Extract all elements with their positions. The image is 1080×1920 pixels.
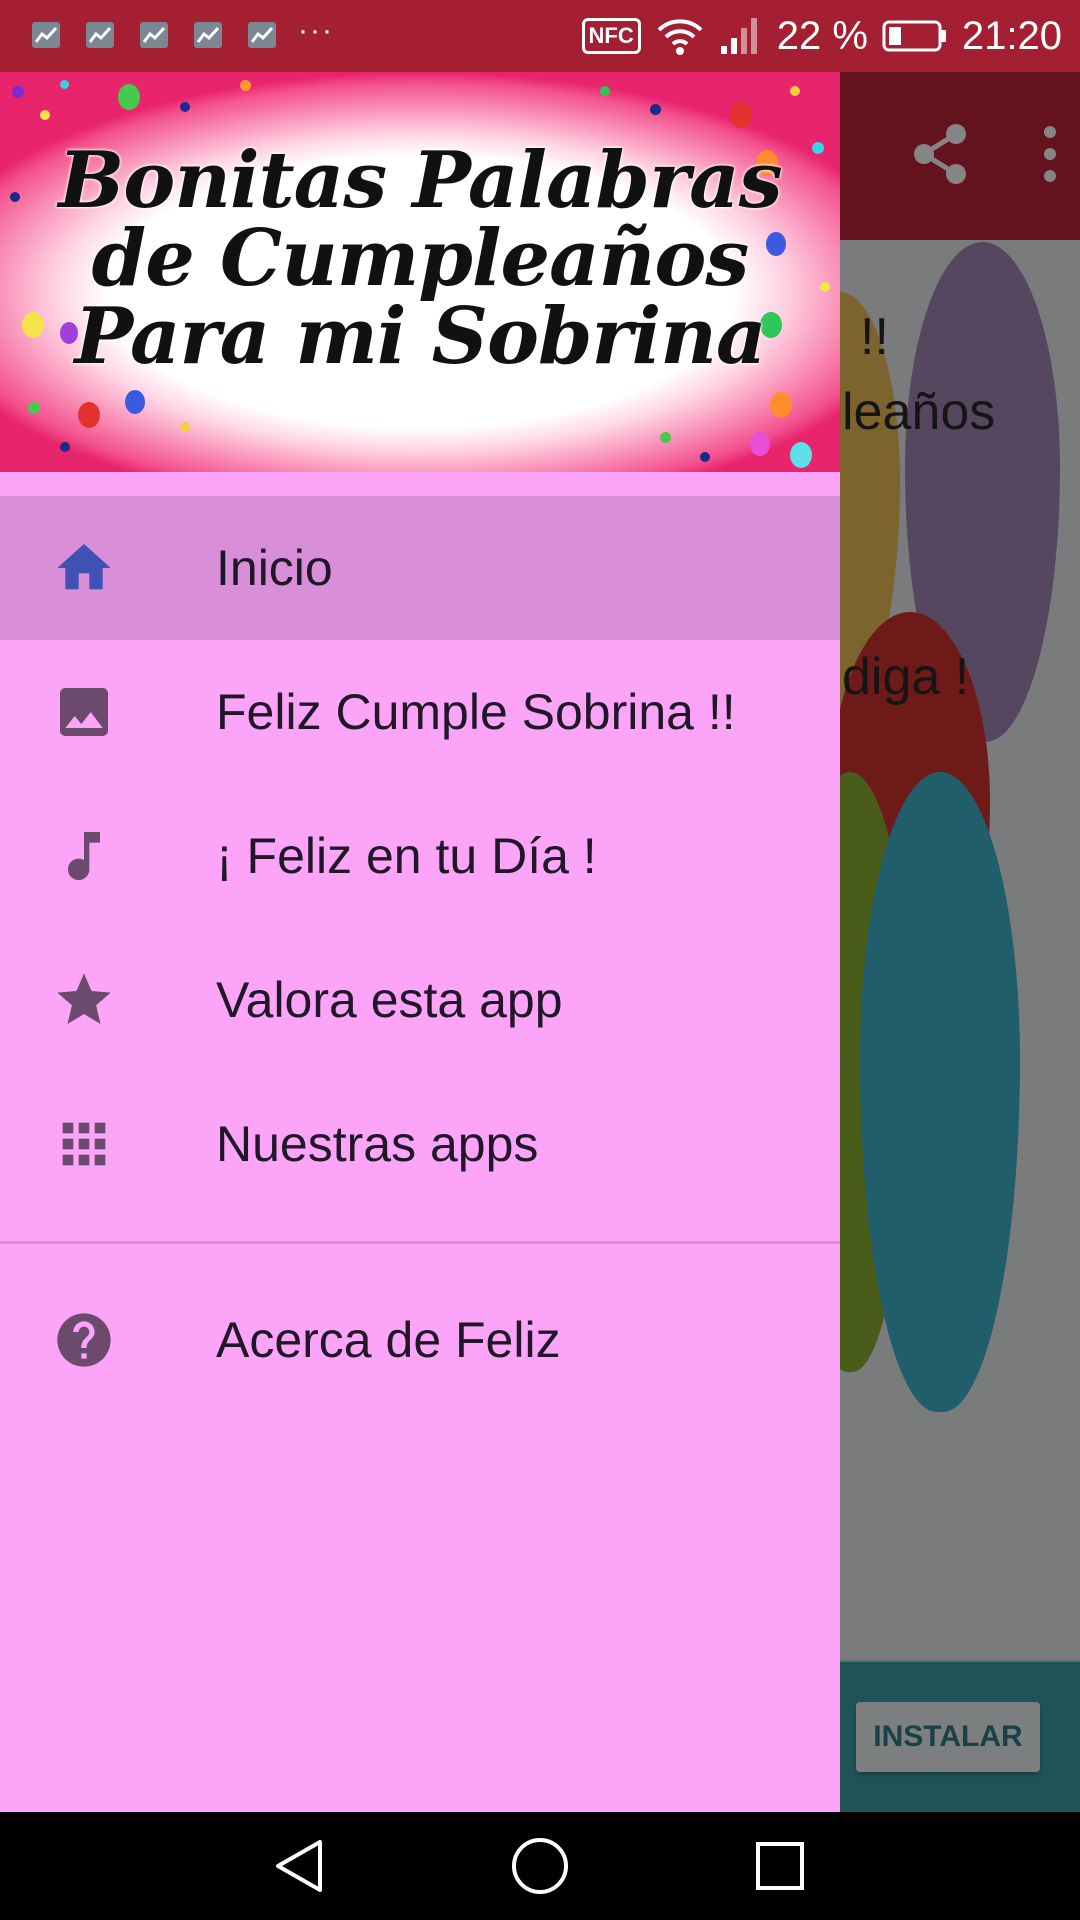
- header-title-line: Para mi Sobrina: [74, 291, 766, 382]
- nfc-icon: NFC: [581, 18, 641, 54]
- menu-item-valora-esta-app[interactable]: Valora esta app: [0, 928, 840, 1072]
- signal-icon: [720, 18, 757, 54]
- back-icon[interactable]: [270, 1836, 330, 1896]
- menu-item-label: Acerca de Feliz: [216, 1312, 561, 1368]
- confetti-dot: [78, 402, 100, 428]
- status-bar: ··· NFC 22 % 21:20: [0, 0, 1080, 72]
- apps-grid-icon: [52, 1112, 116, 1176]
- confetti-dot: [40, 110, 50, 120]
- confetti-dot: [28, 402, 40, 414]
- menu-item-label: ¡ Feliz en tu Día !: [216, 828, 597, 884]
- menu-item-feliz-cumple-sobrina[interactable]: Feliz Cumple Sobrina !!: [0, 640, 840, 784]
- menu-item-label: Valora esta app: [216, 972, 563, 1028]
- chart-notification-icon: [86, 22, 114, 48]
- wifi-icon: [657, 19, 703, 55]
- menu-item-label: Inicio: [216, 540, 333, 596]
- battery-icon: [882, 20, 946, 52]
- confetti-dot: [240, 80, 251, 91]
- header-title-line: de Cumpleaños: [91, 213, 750, 304]
- recents-icon[interactable]: [750, 1836, 810, 1896]
- confetti-dot: [180, 102, 190, 112]
- help-icon: [52, 1308, 116, 1372]
- menu-item-feliz-en-tu-dia[interactable]: ¡ Feliz en tu Día !: [0, 784, 840, 928]
- navigation-drawer: Bonitas Palabras de Cumpleaños Para mi S…: [0, 72, 840, 1812]
- menu-item-acerca-de-feliz[interactable]: Acerca de Feliz: [0, 1268, 840, 1412]
- chart-notification-icon: [194, 22, 222, 48]
- home-button-icon[interactable]: [510, 1836, 570, 1896]
- image-icon: [52, 680, 116, 744]
- chart-notification-icon: [32, 22, 60, 48]
- star-icon: [52, 968, 116, 1032]
- confetti-dot: [790, 86, 800, 96]
- confetti-dot: [60, 80, 69, 89]
- chart-notification-icon: [140, 22, 168, 48]
- drawer-header-image: Bonitas Palabras de Cumpleaños Para mi S…: [0, 72, 840, 472]
- header-title-line: Bonitas Palabras: [58, 135, 782, 226]
- header-title: Bonitas Palabras de Cumpleaños Para mi S…: [0, 142, 840, 376]
- confetti-dot: [730, 102, 752, 128]
- music-note-icon: [52, 824, 116, 888]
- chart-notification-icon: [248, 22, 276, 48]
- confetti-dot: [660, 432, 671, 443]
- home-icon: [52, 536, 116, 600]
- confetti-dot: [600, 86, 610, 96]
- menu-item-inicio[interactable]: Inicio: [0, 496, 840, 640]
- more-notifications-indicator: ···: [298, 14, 334, 47]
- menu-item-label: Feliz Cumple Sobrina !!: [216, 684, 736, 740]
- confetti-dot: [118, 84, 140, 110]
- confetti-dot: [60, 442, 70, 452]
- confetti-dot: [125, 390, 145, 414]
- confetti-dot: [770, 392, 792, 418]
- confetti-dot: [180, 422, 190, 432]
- clock: 21:20: [961, 13, 1062, 58]
- confetti-dot: [700, 452, 710, 462]
- battery-percent: 22 %: [776, 13, 868, 58]
- menu-item-nuestras-apps[interactable]: Nuestras apps: [0, 1072, 840, 1216]
- confetti-dot: [750, 432, 770, 456]
- menu-item-label: Nuestras apps: [216, 1116, 539, 1172]
- confetti-dot: [12, 86, 24, 98]
- confetti-dot: [790, 442, 812, 468]
- confetti-dot: [650, 104, 661, 115]
- menu-divider: [0, 1241, 840, 1244]
- system-navigation-bar: [0, 1812, 1080, 1920]
